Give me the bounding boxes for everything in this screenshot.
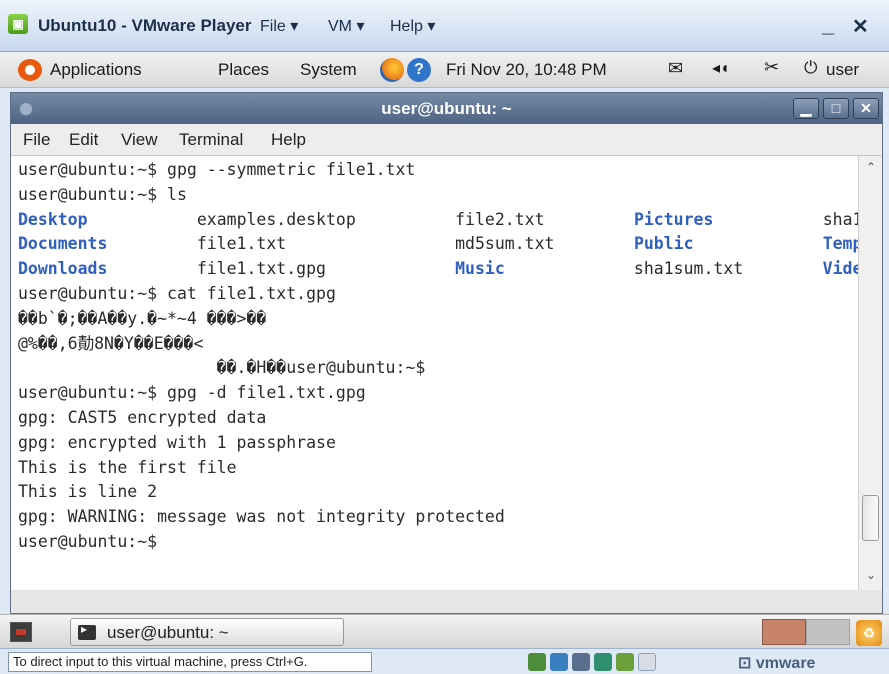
terminal-line: This is the first file — [18, 457, 237, 477]
vmware-menu-file[interactable]: File ▾ — [260, 16, 298, 36]
terminal-window: user@ubuntu: ~ ▁ □ ✕ File Edit View Term… — [10, 92, 883, 614]
ls-entry: sha1sum.txt — [633, 259, 744, 279]
vmware-menu-vm[interactable]: VM ▾ — [328, 16, 364, 36]
terminal-maximize-button[interactable]: □ — [823, 98, 849, 119]
close-button[interactable]: ✕ — [852, 14, 869, 39]
show-desktop-icon[interactable] — [10, 622, 32, 642]
sound-icon[interactable] — [616, 653, 634, 671]
power-icon[interactable]: ⏻ — [804, 58, 817, 78]
terminal-line: gpg: WARNING: message was not integrity … — [18, 507, 505, 527]
terminal-minimize-button[interactable]: ▁ — [793, 98, 819, 119]
trash-icon[interactable]: ♻ — [856, 620, 882, 646]
menu-help[interactable]: Help — [271, 130, 306, 150]
ubuntu-logo-icon — [18, 59, 42, 81]
ls-entry: Public — [633, 234, 694, 254]
ls-entry: Videos — [822, 259, 858, 279]
ls-entry: Downloads — [18, 259, 108, 279]
speaker-icon[interactable]: ◂◖ — [712, 58, 730, 78]
menu-terminal[interactable]: Terminal — [179, 130, 243, 150]
terminal-icon — [78, 622, 96, 640]
network-adapter-icon[interactable] — [594, 653, 612, 671]
vmware-brand-text: vmware — [755, 655, 816, 672]
scroll-down-arrow-icon[interactable]: ⌄ — [859, 568, 883, 582]
minimize-button[interactable]: _ — [822, 12, 834, 38]
ls-entry: file2.txt — [455, 209, 545, 229]
vmware-title-bar: ▣ Ubuntu10 - VMware Player File ▾ VM ▾ H… — [0, 0, 889, 52]
harddisk-icon[interactable] — [528, 653, 546, 671]
terminal-line: user@ubuntu:~$ — [18, 531, 158, 551]
ls-entry: examples.desktop — [196, 209, 356, 229]
workspace-1[interactable] — [762, 619, 806, 645]
terminal-line: @%��,6勣8N�Y��E���< — [18, 333, 204, 353]
terminal-line: ��b`�;��А��y.�~*~4 ���>�� — [18, 308, 267, 328]
taskbar-terminal-button[interactable]: user@ubuntu: ~ — [70, 618, 344, 646]
panel-user[interactable]: user — [826, 60, 859, 80]
terminal-line: Documents file1.txt md5sum.txt Public Te… — [18, 232, 858, 257]
terminal-line: user@ubuntu:~$ ls — [18, 184, 187, 204]
terminal-line: Downloads file1.txt.gpg Music sha1sum.tx… — [18, 257, 858, 282]
vmware-menu-help[interactable]: Help ▾ — [390, 16, 435, 36]
terminal-output[interactable]: user@ubuntu:~$ gpg --symmetric file1.txt… — [11, 156, 858, 590]
terminal-title: user@ubuntu: ~ — [381, 99, 512, 118]
gnome-top-panel: Applications Places System ? Fri Nov 20,… — [0, 52, 889, 88]
places-menu[interactable]: Places — [218, 60, 269, 80]
ls-entry: md5sum.txt — [455, 234, 555, 254]
usb-icon[interactable] — [638, 653, 656, 671]
envelope-icon[interactable]: ✉ — [668, 58, 683, 79]
menu-view[interactable]: View — [121, 130, 158, 150]
network-icon[interactable]: ✂ — [764, 57, 779, 78]
menu-edit[interactable]: Edit — [69, 130, 98, 150]
terminal-scrollbar[interactable]: ⌃ ⌄ — [858, 156, 882, 590]
terminal-line: user@ubuntu:~$ cat file1.txt.gpg — [18, 283, 336, 303]
panel-clock[interactable]: Fri Nov 20, 10:48 PM — [446, 60, 607, 80]
help-icon[interactable]: ? — [407, 58, 431, 82]
cdrom-icon[interactable] — [550, 653, 568, 671]
ls-entry: Documents — [18, 234, 108, 254]
terminal-title-bar: user@ubuntu: ~ ▁ □ ✕ — [11, 93, 882, 124]
vmware-player-window: ▣ Ubuntu10 - VMware Player File ▾ VM ▾ H… — [0, 0, 889, 674]
scroll-up-arrow-icon[interactable]: ⌃ — [859, 160, 883, 174]
ls-entry: Templates — [822, 234, 858, 254]
ls-entry: sha1sum.txt~ — [822, 209, 858, 229]
ls-entry: Desktop — [18, 209, 88, 229]
ls-entry: file1.txt — [196, 234, 287, 254]
workspace-2[interactable] — [806, 619, 850, 645]
vmware-brand: ⊡ vmware — [738, 655, 816, 672]
status-hint: To direct input to this virtual machine,… — [8, 652, 372, 672]
terminal-line: Desktop examples.desktop file2.txt Pictu… — [18, 208, 858, 233]
terminal-line: ��.�H��user@ubuntu:~$ — [18, 358, 426, 378]
ls-entry: Pictures — [633, 209, 714, 229]
terminal-line: user@ubuntu:~$ gpg -d file1.txt.gpg — [18, 383, 366, 403]
terminal-close-button[interactable]: ✕ — [853, 98, 879, 119]
terminal-line: user@ubuntu:~$ gpg --symmetric file1.txt — [18, 160, 416, 179]
vmware-logo-icon: ▣ — [8, 14, 28, 34]
vmware-title: Ubuntu10 - VMware Player — [38, 16, 252, 35]
terminal-line: gpg: encrypted with 1 passphrase — [18, 432, 336, 452]
firefox-icon[interactable] — [380, 58, 404, 82]
terminal-footer — [11, 590, 882, 613]
taskbar-terminal-label: user@ubuntu: ~ — [107, 623, 229, 642]
terminal-menubar: File Edit View Terminal Help — [11, 124, 882, 156]
ls-entry: file1.txt.gpg — [196, 259, 326, 279]
vmware-status-bar: To direct input to this virtual machine,… — [0, 648, 889, 674]
scrollbar-thumb[interactable] — [862, 495, 879, 541]
terminal-line: This is line 2 — [18, 482, 158, 502]
applications-menu[interactable]: Applications — [50, 60, 142, 80]
terminal-line: gpg: CAST5 encrypted data — [18, 407, 267, 427]
floppy-icon[interactable] — [572, 653, 590, 671]
system-menu[interactable]: System — [300, 60, 357, 80]
gnome-bottom-panel: user@ubuntu: ~ ♻ — [0, 614, 889, 648]
ls-entry: Music — [455, 259, 505, 279]
menu-file[interactable]: File — [23, 130, 50, 150]
